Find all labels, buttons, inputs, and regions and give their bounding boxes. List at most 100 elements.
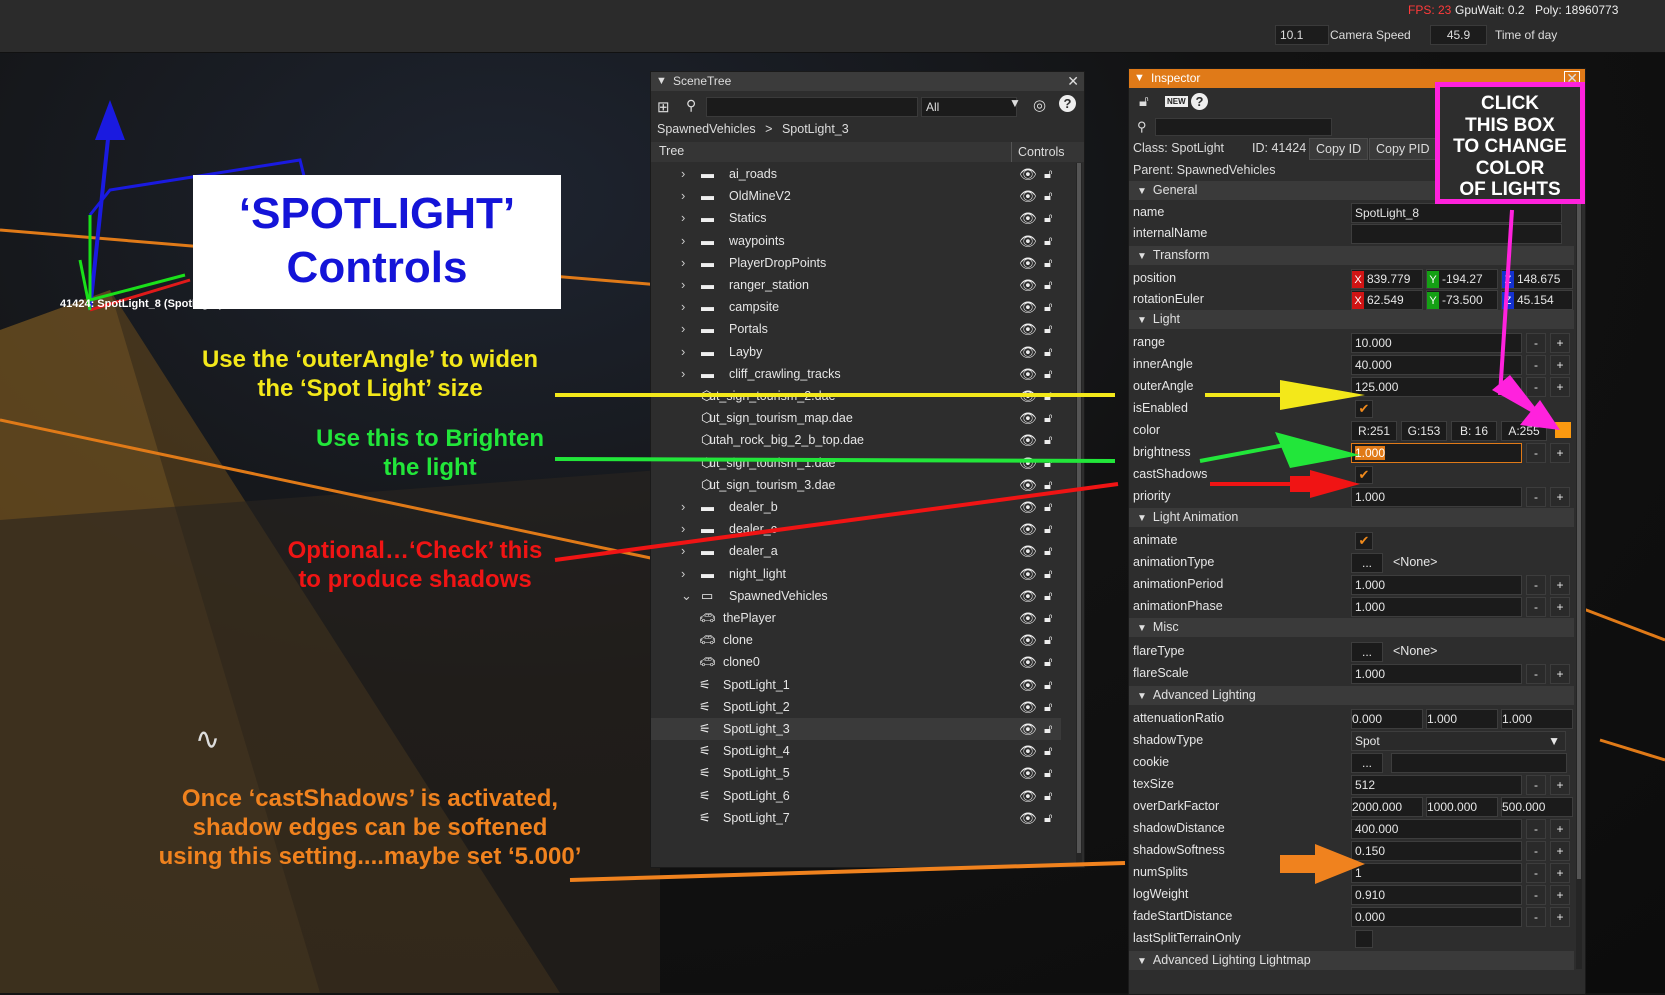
range-decrement-button[interactable]: - xyxy=(1526,333,1546,353)
section-advanced-lighting[interactable]: ▼ Advanced Lighting xyxy=(1129,686,1574,705)
texsize-input[interactable]: 512 xyxy=(1351,775,1522,795)
priority-input[interactable]: 1.000 xyxy=(1351,487,1522,507)
chevron-right-icon[interactable]: › xyxy=(681,341,685,363)
tree-row[interactable]: ⚟ SpotLight_4 👁︎ 🔓︎ xyxy=(651,740,1061,762)
innerangle-increment-button[interactable]: + xyxy=(1550,355,1570,375)
animate-checkbox[interactable]: ✔ xyxy=(1355,532,1373,550)
lock-icon[interactable]: 🔓︎ xyxy=(1044,296,1052,318)
attenuation-3-input[interactable]: 1.000 xyxy=(1501,709,1573,729)
eye-icon[interactable]: 👁︎ xyxy=(1019,452,1037,474)
position-x-input[interactable]: X 839.779 xyxy=(1351,269,1423,289)
chevron-right-icon[interactable]: › xyxy=(681,252,685,274)
tree-scrollbar[interactable] xyxy=(1076,163,1082,863)
eye-icon[interactable]: 👁︎ xyxy=(1019,629,1037,651)
eye-icon[interactable]: 👁︎ xyxy=(1019,230,1037,252)
texsize-increment-button[interactable]: + xyxy=(1550,775,1570,795)
lock-icon[interactable]: 🔓︎ xyxy=(1044,585,1052,607)
eye-icon[interactable]: 👁︎ xyxy=(1019,407,1037,429)
brightness-decrement-button[interactable]: - xyxy=(1526,443,1546,463)
lock-icon[interactable]: 🔓︎ xyxy=(1044,163,1052,185)
rotation-y-input[interactable]: Y -73.500 xyxy=(1426,290,1498,310)
eye-icon[interactable]: 👁︎ xyxy=(1019,785,1037,807)
eye-icon[interactable]: 👁︎ xyxy=(1019,807,1037,829)
tree-row[interactable]: › ▬ Layby 👁︎ 🔓︎ xyxy=(651,341,1061,363)
animationperiod-decrement-button[interactable]: - xyxy=(1526,575,1546,595)
chevron-down-icon[interactable]: ⌄ xyxy=(681,585,692,607)
lock-icon[interactable]: 🔓︎ xyxy=(1044,385,1052,407)
lock-icon[interactable]: 🔓︎ xyxy=(1044,341,1052,363)
eye-icon[interactable]: 👁︎ xyxy=(1019,385,1037,407)
color-swatch-button[interactable] xyxy=(1555,422,1571,438)
tree-row[interactable]: › ▬ cliff_crawling_tracks 👁︎ 🔓︎ xyxy=(651,363,1061,385)
chevron-right-icon[interactable]: › xyxy=(681,230,685,252)
shadowtype-select[interactable]: Spot ▼ xyxy=(1351,731,1566,751)
shadowdistance-increment-button[interactable]: + xyxy=(1550,819,1570,839)
numsplits-increment-button[interactable]: + xyxy=(1550,863,1570,883)
eye-icon[interactable]: 👁︎ xyxy=(1019,474,1037,496)
flarescale-input[interactable]: 1.000 xyxy=(1351,664,1522,684)
breadcrumb-parent[interactable]: SpawnedVehicles xyxy=(657,122,756,136)
shadowsoftness-increment-button[interactable]: + xyxy=(1550,841,1570,861)
fadestart-input[interactable]: 0.000 xyxy=(1351,907,1522,927)
eye-icon[interactable]: 👁︎ xyxy=(1019,696,1037,718)
tree-row[interactable]: › ▬ night_light 👁︎ 🔓︎ xyxy=(651,563,1061,585)
color-g-input[interactable]: G:153 xyxy=(1401,421,1447,441)
animationperiod-input[interactable]: 1.000 xyxy=(1351,575,1522,595)
eye-icon[interactable]: 👁︎ xyxy=(1019,163,1037,185)
chevron-right-icon[interactable]: › xyxy=(681,563,685,585)
brightness-input[interactable]: 1.000 xyxy=(1351,443,1522,463)
filter-select[interactable]: All xyxy=(921,97,1017,117)
logweight-decrement-button[interactable]: - xyxy=(1526,885,1546,905)
inspector-scrollbar[interactable] xyxy=(1576,89,1582,969)
animationphase-increment-button[interactable]: + xyxy=(1550,597,1570,617)
lock-icon[interactable]: 🔓︎ xyxy=(1044,651,1052,673)
add-group-icon[interactable]: ⊞ xyxy=(657,98,670,116)
chevron-right-icon[interactable]: › xyxy=(681,296,685,318)
lock-icon[interactable]: 🔓︎ xyxy=(1044,807,1052,829)
innerangle-decrement-button[interactable]: - xyxy=(1526,355,1546,375)
chevron-right-icon[interactable]: › xyxy=(681,207,685,229)
tree-row[interactable]: 🚗︎ thePlayer 👁︎ 🔓︎ xyxy=(651,607,1061,629)
lock-icon[interactable]: 🔓︎ xyxy=(1044,696,1052,718)
lastsplit-checkbox[interactable]: ✔ xyxy=(1355,930,1373,948)
position-y-input[interactable]: Y -194.27 xyxy=(1426,269,1498,289)
flaretype-picker-button[interactable]: ... xyxy=(1351,642,1383,662)
shadowsoftness-input[interactable]: 0.150 xyxy=(1351,841,1522,861)
speed-input-1[interactable]: 10.1 xyxy=(1275,25,1329,45)
chevron-down-icon[interactable]: ▼ xyxy=(1009,96,1021,110)
lock-icon[interactable]: 🔓︎ xyxy=(1044,563,1052,585)
color-b-input[interactable]: B: 16 xyxy=(1451,421,1497,441)
cookie-picker-button[interactable]: ... xyxy=(1351,753,1383,773)
range-input[interactable]: 10.000 xyxy=(1351,333,1522,353)
rotation-z-input[interactable]: Z 45.154 xyxy=(1501,290,1573,310)
tree-row[interactable]: ⚟ SpotLight_5 👁︎ 🔓︎ xyxy=(651,762,1061,784)
tree-row[interactable]: ⚟ SpotLight_7 👁︎ 🔓︎ xyxy=(651,807,1061,829)
tree-row[interactable]: › ▬ dealer_c 👁︎ 🔓︎ xyxy=(651,518,1061,540)
priority-increment-button[interactable]: + xyxy=(1550,487,1570,507)
chevron-right-icon[interactable]: › xyxy=(681,518,685,540)
eye-icon[interactable]: 👁︎ xyxy=(1019,518,1037,540)
name-input[interactable]: SpotLight_8 xyxy=(1351,203,1562,223)
lock-icon[interactable]: 🔓︎ xyxy=(1044,207,1052,229)
tree-row[interactable]: › ▬ Portals 👁︎ 🔓︎ xyxy=(651,318,1061,340)
tree-row[interactable]: › ▬ ai_roads 👁︎ 🔓︎ xyxy=(651,163,1061,185)
flarescale-increment-button[interactable]: + xyxy=(1550,664,1570,684)
castshadows-checkbox[interactable]: ✔ xyxy=(1355,466,1373,484)
eye-icon[interactable]: 👁︎ xyxy=(1019,740,1037,762)
eye-icon[interactable]: 👁︎ xyxy=(1019,207,1037,229)
lock-icon[interactable]: 🔓︎ xyxy=(1044,718,1052,740)
lock-icon[interactable]: 🔓︎ xyxy=(1044,252,1052,274)
overdark-2-input[interactable]: 1000.000 xyxy=(1426,797,1498,817)
logweight-input[interactable]: 0.910 xyxy=(1351,885,1522,905)
section-light-animation[interactable]: ▼ Light Animation xyxy=(1129,508,1574,527)
eye-icon[interactable]: 👁︎ xyxy=(1019,341,1037,363)
animationtype-picker-button[interactable]: ... xyxy=(1351,553,1383,573)
lock-icon[interactable]: 🔓︎ xyxy=(1044,452,1052,474)
tree-row[interactable]: ⚟ SpotLight_1 👁︎ 🔓︎ xyxy=(651,674,1061,696)
chevron-right-icon[interactable]: › xyxy=(681,163,685,185)
tree-row[interactable]: › ▬ ranger_station 👁︎ 🔓︎ xyxy=(651,274,1061,296)
eye-icon[interactable]: 👁︎ xyxy=(1019,674,1037,696)
cookie-input[interactable] xyxy=(1391,753,1567,773)
lock-icon[interactable]: 🔓︎ xyxy=(1044,762,1052,784)
overdark-1-input[interactable]: 2000.000 xyxy=(1351,797,1423,817)
